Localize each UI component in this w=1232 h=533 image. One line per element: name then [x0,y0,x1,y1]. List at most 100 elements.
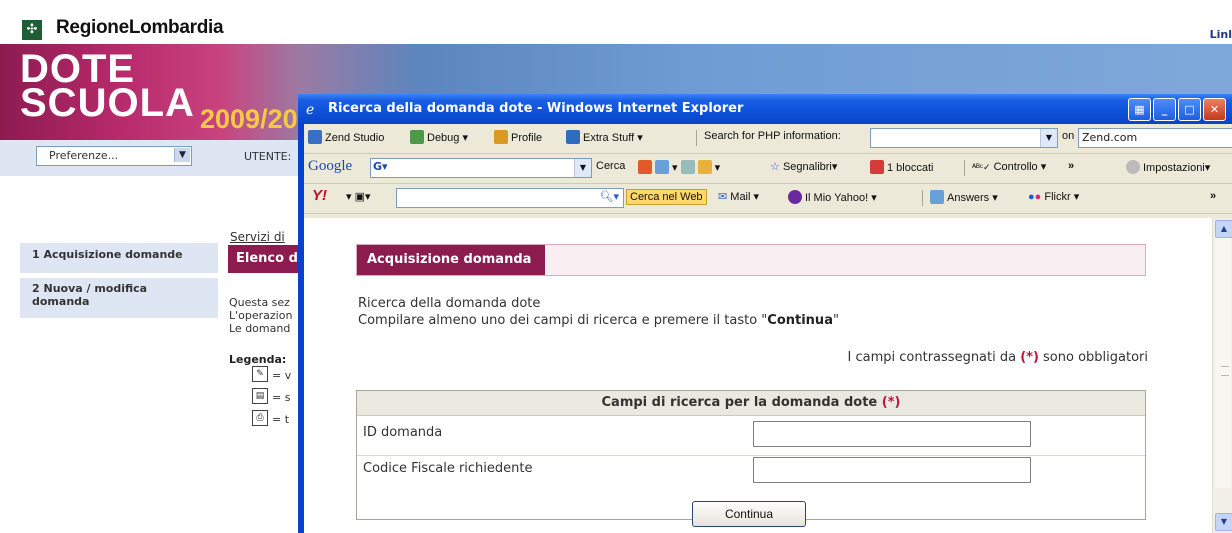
legend-title: Legenda: [229,353,287,366]
banner-title: DOTE SCUOLA [20,47,195,125]
settings-icon [1126,160,1140,174]
chevron-down-icon[interactable]: ▼ [174,148,190,162]
preferences-select-value: Preferenze... [49,149,119,162]
codice-fiscale-label: Codice Fiscale richiedente [363,461,533,476]
vertical-scrollbar[interactable]: ▲ ▼ [1212,218,1232,533]
instruction-text: Compilare almeno uno dei campi di ricerc… [358,313,839,328]
answers-button[interactable]: Answers ▾ [930,190,998,204]
window-title: Ricerca della domanda dote - Windows Int… [328,101,744,116]
toolbar-more-button[interactable]: » [1068,160,1074,172]
legend-text: = s [272,391,291,404]
legend-text: = v [272,369,292,382]
yahoo-logo[interactable]: Y! [312,187,327,204]
star-icon: ☆ [770,161,780,173]
continua-button[interactable]: Continua [692,501,806,527]
zend-icon [308,130,322,144]
toolbar-separator [922,190,923,206]
top-right-link[interactable]: Linl [1210,28,1232,41]
services-link[interactable]: Servizi di [230,230,285,244]
debug-button[interactable]: Debug ▾ [410,130,468,144]
yahoo-web-search-button[interactable]: Cerca nel Web [626,189,707,205]
left-menu-item-acquisizione[interactable]: 1 Acquisizione domande [20,243,218,273]
description-line: L'operazion [229,309,293,322]
id-domanda-input[interactable] [753,421,1031,447]
google-logo[interactable]: Google [308,158,352,175]
toolbar-separator [964,160,965,176]
legend-text: = t [272,413,290,426]
flickr-icon: ●● [1028,191,1042,203]
mail-icon: ✉ [718,191,728,203]
banner-year: 2009/201 [200,104,313,134]
left-menu-item-nuova-modifica[interactable]: 2 Nuova / modifica domanda [20,278,218,318]
close-icon[interactable]: ✕ [1203,98,1226,121]
yahoo-search-input[interactable]: 🔍︎▾ [396,188,624,208]
chevron-down-icon[interactable]: ▼ [574,159,591,177]
yahoo-mail-button[interactable]: ✉ Mail ▾ [718,190,759,203]
section-heading: Elenco d [228,245,302,273]
edit-document-icon: ✎ [252,366,268,382]
ie-popup-window: ℯ Ricerca della domanda dote - Windows I… [298,94,1232,533]
bookmarks-button[interactable]: ☆ Segnalibri▾ [770,160,837,173]
description-line: Ricerca della domanda dote [358,296,541,311]
on-label: on [1062,130,1075,142]
google-search-input[interactable]: G▾ ▼ [370,158,592,178]
extra-stuff-button[interactable]: Extra Stuff ▾ [566,130,643,144]
section-header-bar: Acquisizione domanda [356,244,1146,276]
form-header: Campi di ricerca per la domanda dote (*) [357,391,1145,416]
form-row-separator [357,455,1145,456]
codice-fiscale-input[interactable] [753,457,1031,483]
pagerank-icon [638,160,652,174]
google-tools-icons[interactable]: ▾ ▾ [638,160,720,174]
window-titlebar[interactable]: ℯ Ricerca della domanda dote - Windows I… [298,94,1232,124]
gadget-icon [697,160,712,174]
my-yahoo-button[interactable]: Il Mio Yahoo! ▾ [788,190,877,204]
minimize-icon[interactable]: _ [1153,98,1176,121]
magnifier-icon[interactable]: 🔍︎▾ [600,190,620,203]
answers-icon [930,190,944,204]
yahoo-more-button[interactable]: » [1210,190,1216,202]
spellcheck-button[interactable]: ᴬᴮᶜ✓ Controllo ▾ [972,160,1046,173]
site-logo-text[interactable]: RegioneLombardia [56,17,224,39]
site-header: ✣ RegioneLombardia Linl [0,0,1232,44]
page-content: Acquisizione domanda Ricerca della doman… [304,218,1212,533]
popup-blocked-button[interactable]: 1 bloccati [870,160,933,174]
profile-button[interactable]: Profile [494,130,542,144]
extra-stuff-icon [566,130,580,144]
news-icon [655,160,669,174]
section-title: Acquisizione domanda [357,245,545,275]
google-toolbar: Google G▾ ▼ Cerca ▾ ▾ ☆ Segnalibri▾ 1 blo… [304,154,1232,184]
mandatory-note: I campi contrassegnati da (*) sono obbli… [847,350,1148,365]
preferences-select[interactable]: Preferenze... ▼ [36,146,192,166]
regione-logo-icon: ✣ [22,20,42,40]
flickr-button[interactable]: ●● Flickr ▾ [1028,190,1079,203]
php-search-input[interactable]: ▼ [870,128,1058,148]
pdf-document-icon: ▤ [252,388,268,404]
google-search-button[interactable]: Cerca [596,160,625,172]
google-g-icon: G▾ [373,160,388,173]
ie-toolbars: Zend Studio Debug ▾ Profile Extra Stuff … [304,124,1232,218]
user-label: UTENTE: [244,150,292,163]
scroll-down-icon[interactable]: ▼ [1215,513,1232,531]
site-select-value: Zend.com [1082,131,1138,144]
tile-icon[interactable]: ▦ [1128,98,1151,121]
spellcheck-icon: ᴬᴮᶜ✓ [972,162,991,172]
yahoo-menu-icon[interactable]: ▾ ▣▾ [346,190,371,203]
settings-button[interactable]: Impostazioni▾ [1126,160,1210,174]
description-line: Le domand [229,322,291,335]
my-yahoo-icon [788,190,802,204]
section-description: Questa sez L'operazion Le domand [229,296,292,335]
scroll-up-icon[interactable]: ▲ [1215,220,1232,238]
scrollbar-thumb[interactable] [1215,238,1231,488]
share-icon [680,160,695,174]
internet-explorer-icon: ℯ [306,102,315,118]
popup-blocker-icon [870,160,884,174]
yahoo-toolbar: Y! ▾ ▣▾ 🔍︎▾ Cerca nel Web ✉ Mail ▾ Il Mi… [304,184,1232,214]
profile-chart-icon [494,130,508,144]
left-menu-item-label: 2 Nuova / modifica domanda [32,282,148,308]
maximize-icon[interactable]: □ [1178,98,1201,121]
chevron-down-icon[interactable]: ▼ [1040,129,1057,147]
php-search-label: Search for PHP information: [704,130,841,142]
zend-studio-button[interactable]: Zend Studio [308,130,384,144]
site-select[interactable]: Zend.com [1078,128,1232,148]
bug-icon [410,130,424,144]
